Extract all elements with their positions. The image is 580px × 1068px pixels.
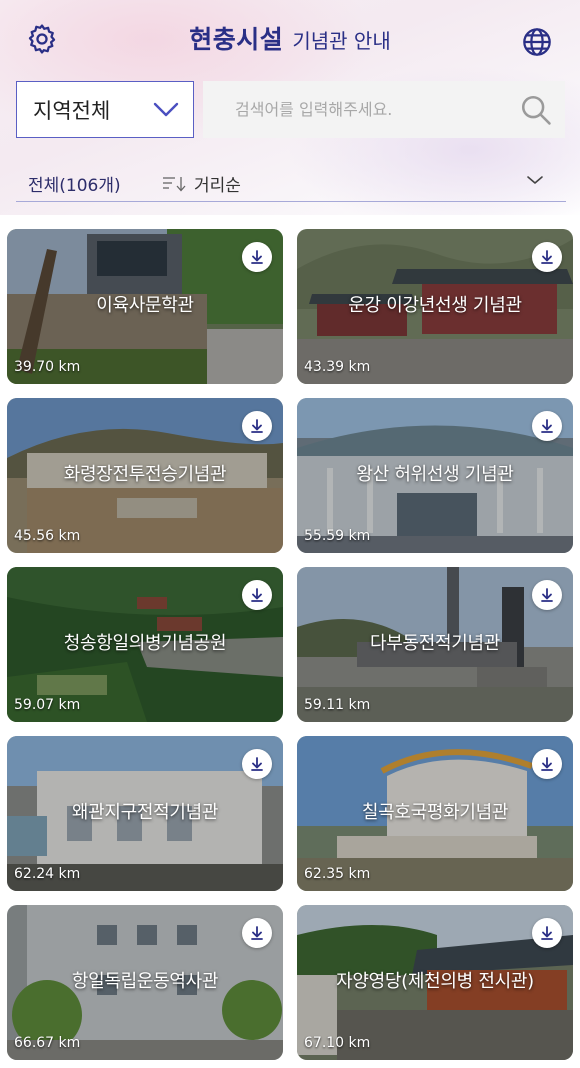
sort-toggle[interactable]: 거리순 bbox=[162, 171, 241, 196]
list-filter-bar: 전체(106개) 거리순 bbox=[16, 162, 566, 202]
facility-card[interactable]: 왕산 허위선생 기념관 55.59 km bbox=[297, 398, 573, 553]
facility-name: 왕산 허위선생 기념관 bbox=[356, 464, 514, 485]
search-button[interactable] bbox=[517, 91, 555, 129]
download-button[interactable] bbox=[242, 918, 272, 948]
chevron-down-icon[interactable] bbox=[526, 174, 544, 186]
facility-name: 항일독립운동역사관 bbox=[71, 971, 219, 992]
download-button[interactable] bbox=[242, 749, 272, 779]
download-button[interactable] bbox=[242, 580, 272, 610]
region-select-value: 지역전체 bbox=[33, 98, 111, 123]
facility-distance: 55.59 km bbox=[304, 528, 371, 544]
download-icon bbox=[541, 588, 553, 602]
result-count: 전체(106개) bbox=[28, 176, 121, 196]
sort-icon bbox=[163, 176, 186, 191]
facility-distance: 62.35 km bbox=[304, 866, 371, 882]
facility-name: 자양영당(제천의병 전시관) bbox=[336, 971, 534, 992]
download-icon bbox=[251, 757, 263, 771]
globe-icon bbox=[523, 28, 551, 56]
facility-card[interactable]: 왜관지구전적기념관 62.24 km bbox=[7, 736, 283, 891]
download-button[interactable] bbox=[532, 242, 562, 272]
facility-distance: 62.24 km bbox=[14, 866, 81, 882]
facility-card[interactable]: 화령장전투전승기념관 45.56 km bbox=[7, 398, 283, 553]
chevron-down-icon bbox=[153, 102, 179, 117]
download-icon bbox=[541, 250, 553, 264]
facility-card[interactable]: 자양영당(제천의병 전시관) 67.10 km bbox=[297, 905, 573, 1060]
title-sub: 기념관 안내 bbox=[292, 29, 391, 53]
search-icon bbox=[521, 95, 551, 125]
download-icon bbox=[251, 419, 263, 433]
download-icon bbox=[541, 757, 553, 771]
facility-distance: 45.56 km bbox=[14, 528, 81, 544]
download-button[interactable] bbox=[242, 242, 272, 272]
download-button[interactable] bbox=[532, 580, 562, 610]
download-icon bbox=[541, 926, 553, 940]
facility-distance: 59.11 km bbox=[304, 697, 371, 713]
download-icon bbox=[251, 926, 263, 940]
facility-card[interactable]: 이육사문학관 39.70 km bbox=[7, 229, 283, 384]
facility-name: 왜관지구전적기념관 bbox=[71, 802, 219, 823]
facility-distance: 43.39 km bbox=[304, 359, 371, 375]
facility-distance: 66.67 km bbox=[14, 1035, 81, 1051]
sort-label: 거리순 bbox=[194, 176, 241, 196]
page-title: 현충시설 기념관 안내 bbox=[0, 20, 580, 56]
language-button[interactable] bbox=[515, 20, 559, 64]
facility-card[interactable]: 다부동전적기념관 59.11 km bbox=[297, 567, 573, 722]
facility-distance: 59.07 km bbox=[14, 697, 81, 713]
download-button[interactable] bbox=[532, 918, 562, 948]
facility-distance: 67.10 km bbox=[304, 1035, 371, 1051]
download-icon bbox=[251, 250, 263, 264]
download-icon bbox=[251, 588, 263, 602]
title-main: 현충시설 bbox=[189, 25, 284, 54]
facility-name: 다부동전적기념관 bbox=[369, 633, 501, 654]
region-select[interactable]: 지역전체 bbox=[16, 81, 194, 138]
app-header: 현충시설 기념관 안내 bbox=[0, 0, 580, 80]
facility-name: 운강 이강년선생 기념관 bbox=[348, 295, 522, 316]
facility-distance: 39.70 km bbox=[14, 359, 81, 375]
facility-card[interactable]: 항일독립운동역사관 66.67 km bbox=[7, 905, 283, 1060]
facility-name: 칠곡호국평화기념관 bbox=[361, 802, 509, 823]
facility-card[interactable]: 운강 이강년선생 기념관 43.39 km bbox=[297, 229, 573, 384]
download-button[interactable] bbox=[532, 411, 562, 441]
facility-name: 이육사문학관 bbox=[96, 295, 194, 316]
facility-card[interactable]: 칠곡호국평화기념관 62.35 km bbox=[297, 736, 573, 891]
download-button[interactable] bbox=[532, 749, 562, 779]
facility-card[interactable]: 청송항일의병기념공원 59.07 km bbox=[7, 567, 283, 722]
download-button[interactable] bbox=[242, 411, 272, 441]
search-box bbox=[203, 81, 565, 138]
facility-name: 청송항일의병기념공원 bbox=[63, 633, 227, 654]
download-icon bbox=[541, 419, 553, 433]
facility-name: 화령장전투전승기념관 bbox=[63, 464, 227, 485]
search-input[interactable] bbox=[235, 100, 505, 119]
